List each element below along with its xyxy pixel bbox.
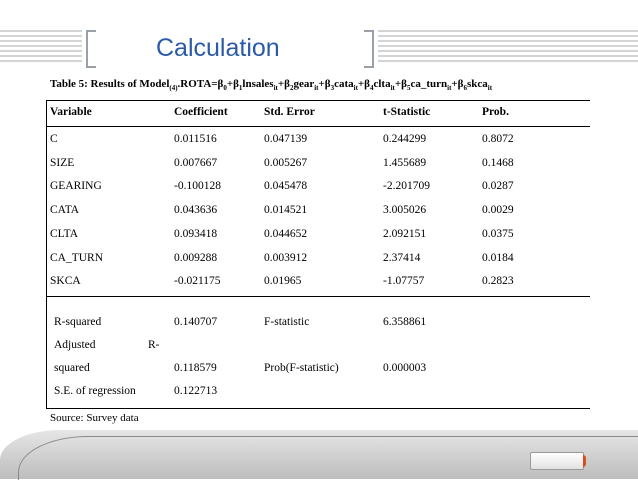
formula-text: .ROTA=β <box>177 78 224 90</box>
stat-prob-f-label: Prob(F-statistic) <box>264 362 339 374</box>
cell-prob: 0.2823 <box>482 275 514 287</box>
cell-variable: CA_TURN <box>50 252 104 264</box>
formula-text: +β <box>451 78 464 90</box>
cell-prob: 0.0029 <box>482 204 514 216</box>
col-header-variable: Variable <box>50 106 92 118</box>
cell-variable: CATA <box>50 204 80 216</box>
header-stripes-right <box>378 30 638 64</box>
cell-variable: C <box>50 133 58 145</box>
table-left-border <box>46 100 47 408</box>
cell-variable: SIZE <box>50 157 75 169</box>
cell-t-statistic: 3.005026 <box>383 204 427 216</box>
formula-text: skca <box>466 78 488 90</box>
caption-formula: .ROTA=β0+β1lnsalesit+β2gearit+β3catait+β… <box>177 78 493 93</box>
cell-std-error: 0.047139 <box>264 133 308 145</box>
stat-prob-f-value: 0.000003 <box>383 362 427 374</box>
formula-text: +β <box>226 78 239 90</box>
formula-text: +β <box>277 78 290 90</box>
stat-r-squared-value: 0.140707 <box>174 316 218 328</box>
cell-t-statistic: 2.37414 <box>383 252 421 264</box>
cell-t-statistic: -2.201709 <box>383 180 430 192</box>
col-header-coefficient: Coefficient <box>174 106 228 118</box>
cell-coefficient: -0.100128 <box>174 180 221 192</box>
cell-std-error: 0.01965 <box>264 275 302 287</box>
stat-se-regression-label: S.E. of regression <box>54 385 136 397</box>
formula-subscript: it <box>487 84 493 93</box>
title-bracket-right <box>364 30 374 68</box>
formula-text: clta <box>373 78 391 90</box>
cell-prob: 0.0375 <box>482 228 514 240</box>
cell-std-error: 0.044652 <box>264 228 308 240</box>
stat-f-statistic-label: F-statistic <box>264 316 310 328</box>
table-source-note: Source: Survey data <box>50 412 139 424</box>
cell-std-error: 0.045478 <box>264 180 308 192</box>
col-header-prob: Prob. <box>482 106 509 118</box>
cell-prob: 0.8072 <box>482 133 514 145</box>
formula-text: ca_turn <box>410 78 448 90</box>
caption-prefix: Table 5: Results of Model <box>50 78 170 90</box>
stat-f-statistic-value: 6.358861 <box>383 316 427 328</box>
stat-r-squared-label: R-squared <box>54 316 102 328</box>
cell-coefficient: 0.007667 <box>174 157 218 169</box>
col-header-t-statistic: t-Statistic <box>383 106 431 118</box>
cell-prob: 0.0287 <box>482 180 514 192</box>
slide-title: Calculation <box>156 34 280 62</box>
cell-std-error: 0.003912 <box>264 252 308 264</box>
cell-prob: 0.1468 <box>482 157 514 169</box>
stat-squared-label: squared <box>54 362 90 374</box>
table-rule-header <box>46 126 590 127</box>
table-caption: Table 5: Results of Model(4).ROTA=β0+β1l… <box>50 78 492 92</box>
formula-text: +β <box>318 78 331 90</box>
cell-std-error: 0.014521 <box>264 204 308 216</box>
formula-text: +β <box>357 78 370 90</box>
cell-variable: CLTA <box>50 228 79 240</box>
cell-std-error: 0.005267 <box>264 157 308 169</box>
cell-variable: GEARING <box>50 180 102 192</box>
caption-model-sub: (4) <box>169 84 178 93</box>
table-rule-body-end <box>46 296 590 297</box>
cell-coefficient: 0.093418 <box>174 228 218 240</box>
cell-variable: SKCA <box>50 275 81 287</box>
cell-coefficient: 0.011516 <box>174 133 217 145</box>
formula-text: gear <box>293 78 315 90</box>
cell-coefficient: 0.043636 <box>174 204 218 216</box>
cell-t-statistic: 2.092151 <box>383 228 427 240</box>
cell-t-statistic: 1.455689 <box>383 157 427 169</box>
slide-number-box <box>530 452 586 470</box>
header-stripes-left <box>0 30 82 64</box>
stat-se-regression-value: 0.122713 <box>174 385 218 397</box>
table-rule-top <box>46 100 590 101</box>
cell-prob: 0.0184 <box>482 252 514 264</box>
title-bracket-left <box>86 30 96 68</box>
formula-text: cata <box>334 78 354 90</box>
cell-t-statistic: -1.07757 <box>383 275 425 287</box>
cell-t-statistic: 0.244299 <box>383 133 427 145</box>
col-header-std-error: Std. Error <box>264 106 315 118</box>
table-rule-bottom <box>46 408 590 409</box>
formula-text: +β <box>394 78 407 90</box>
formula-text: lnsales <box>242 78 274 90</box>
cell-coefficient: -0.021175 <box>174 275 221 287</box>
stat-adjusted-r-squared-value: 0.118579 <box>174 362 217 374</box>
cell-coefficient: 0.009288 <box>174 252 218 264</box>
stat-adjusted-label-r: R- <box>148 339 160 351</box>
stat-adjusted-label: Adjusted <box>54 339 96 351</box>
